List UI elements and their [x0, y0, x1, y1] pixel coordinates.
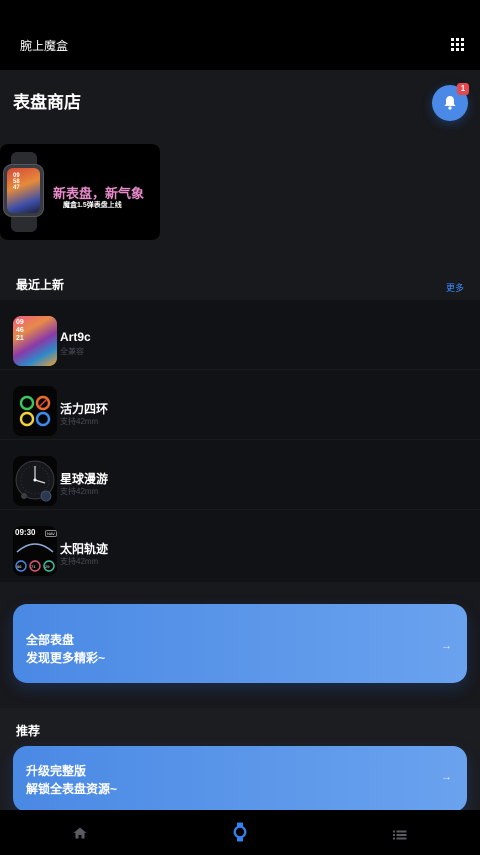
- item-name: 活力四环: [60, 402, 109, 416]
- watch-icon: [233, 822, 247, 842]
- thumb-time-sec: 21: [16, 335, 24, 342]
- list-item[interactable]: 星球漫游 支持42mm: [0, 440, 480, 510]
- recent-list: 09 46 21 Art9c 全兼容 活力四环 支持42mm 星球漫游 支持42…: [0, 300, 480, 582]
- recommend-section-title: 推荐: [16, 724, 41, 738]
- nav-watch[interactable]: [233, 822, 247, 847]
- item-compat: 全兼容: [60, 347, 84, 356]
- list-item[interactable]: 活力四环 支持42mm: [0, 370, 480, 440]
- grid-menu-icon[interactable]: [451, 38, 464, 51]
- recent-section-title: 最近上新: [16, 278, 65, 292]
- upgrade-title: 升级完整版: [26, 764, 87, 778]
- notification-badge: 1: [457, 83, 469, 95]
- item-name: 太阳轨迹: [60, 542, 109, 556]
- nav-list[interactable]: [393, 827, 407, 845]
- thumb-dial-2: 71: [31, 564, 36, 569]
- rings-thumbnail: [13, 386, 57, 436]
- upgrade-subtitle: 解锁全表盘资源~: [26, 782, 118, 796]
- all-faces-button[interactable]: 全部表盘 发现更多精彩~ →: [13, 604, 467, 683]
- item-compat: 支持42mm: [60, 417, 99, 426]
- store-page: 表盘商店 1 09 58 47 新表盘，新气象 魔盒1.5弹表盘上线 最近上新 …: [0, 70, 480, 812]
- nav-home[interactable]: [73, 826, 87, 844]
- upgrade-button[interactable]: 升级完整版 解锁全表盘资源~ →: [13, 746, 467, 812]
- list-item[interactable]: 09:30 NAV 56 71 29 太阳轨迹 支持42mm: [0, 510, 480, 580]
- watch-image: 09 58 47: [3, 164, 44, 217]
- item-name: 星球漫游: [60, 472, 109, 486]
- thumb-dial-1: 56: [17, 564, 22, 569]
- bell-icon: [444, 96, 456, 110]
- art9c-thumbnail: 09 46 21: [13, 316, 57, 366]
- list-icon: [393, 830, 407, 840]
- watch-time-sec: 47: [13, 185, 20, 191]
- bottom-nav: [0, 810, 480, 855]
- all-faces-subtitle: 发现更多精彩~: [26, 651, 106, 665]
- arrow-right-icon: →: [441, 640, 452, 652]
- list-item[interactable]: 09 46 21 Art9c 全兼容: [0, 300, 480, 370]
- thumb-time-hour: 09: [16, 319, 24, 326]
- page-title: 表盘商店: [13, 93, 81, 112]
- thumb-time-min: 46: [16, 327, 24, 334]
- item-compat: 支持42mm: [60, 557, 99, 566]
- top-app-bar: 腕上魔盒: [0, 0, 480, 70]
- item-name: Art9c: [60, 330, 91, 344]
- banner-subtitle: 魔盒1.5弹表盘上线: [63, 202, 122, 209]
- item-compat: 支持42mm: [60, 487, 99, 496]
- planet-thumbnail: [13, 456, 57, 506]
- app-title: 腕上魔盒: [20, 39, 69, 53]
- thumb-dial-3: 29: [45, 564, 50, 569]
- more-link[interactable]: 更多: [446, 281, 464, 294]
- sun-track-thumbnail: 09:30 NAV 56 71 29: [13, 526, 57, 576]
- home-icon: [73, 827, 87, 839]
- all-faces-title: 全部表盘: [26, 633, 75, 647]
- arrow-right-icon: →: [441, 771, 452, 783]
- promo-banner[interactable]: 09 58 47 新表盘，新气象 魔盒1.5弹表盘上线: [0, 144, 160, 240]
